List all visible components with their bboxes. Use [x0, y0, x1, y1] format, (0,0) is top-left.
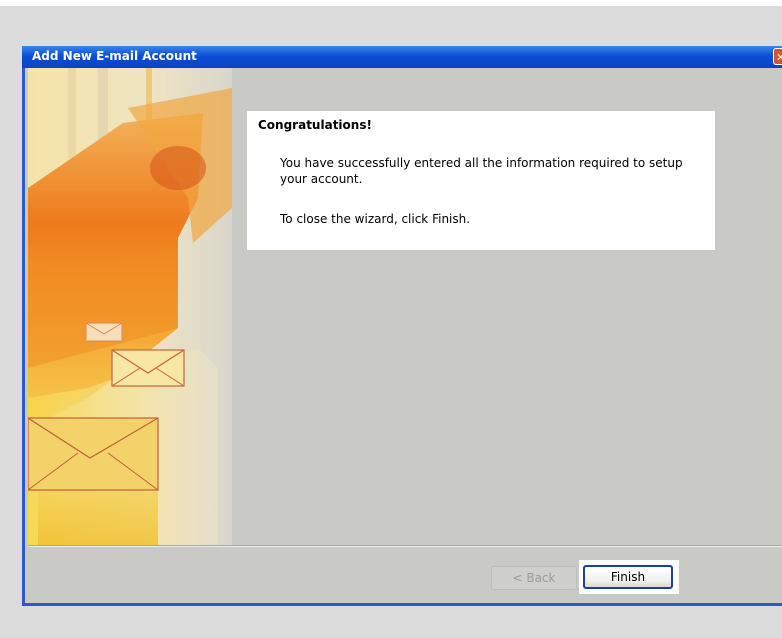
- button-divider: [28, 545, 782, 547]
- window-title: Add New E-mail Account: [32, 49, 197, 63]
- title-bar[interactable]: Add New E-mail Account ✕: [22, 46, 782, 68]
- medium-envelope-icon: [111, 349, 185, 387]
- success-message: You have successfully entered all the in…: [280, 156, 683, 186]
- large-envelope-icon: [28, 417, 159, 491]
- add-email-account-dialog: Add New E-mail Account ✕: [22, 46, 782, 606]
- close-wizard-hint: To close the wizard, click Finish.: [280, 212, 471, 226]
- finish-button-highlight: Finish: [579, 560, 679, 594]
- small-envelope-icon: [85, 322, 123, 342]
- wizard-side-image: [28, 68, 232, 545]
- congratulations-heading: Congratulations!: [258, 118, 372, 132]
- close-icon[interactable]: ✕: [773, 48, 782, 65]
- wizard-content-panel: Congratulations! You have successfully e…: [247, 111, 715, 250]
- back-button[interactable]: < Back: [491, 566, 577, 590]
- finish-button[interactable]: Finish: [583, 565, 673, 589]
